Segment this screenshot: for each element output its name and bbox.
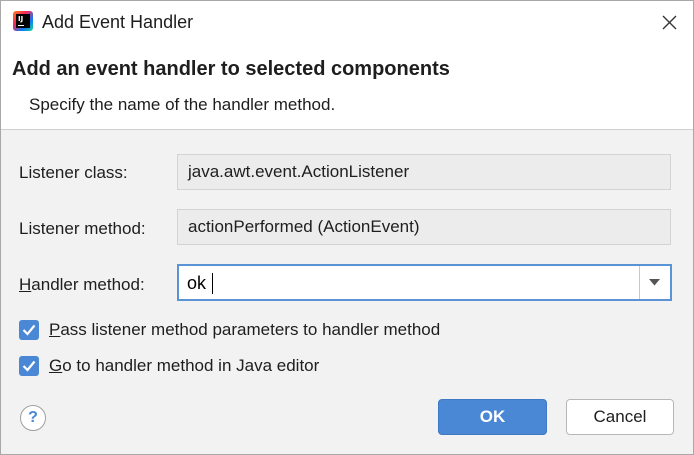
pass-parameters-label[interactable]: Pass listener method parameters to handl… (49, 320, 440, 340)
pass-parameters-mnemonic: P (49, 320, 61, 339)
header-subtitle: Specify the name of the handler method. (29, 95, 336, 114)
listener-class-label: Listener class: (19, 163, 128, 182)
pass-parameters-label-text: ass listener method parameters to handle… (60, 320, 441, 339)
checkmark-icon (22, 360, 36, 372)
go-to-handler-label[interactable]: Go to handler method in Java editor (49, 356, 319, 376)
handler-method-label: Handler method: (19, 275, 145, 295)
close-button[interactable] (653, 7, 685, 39)
checkmark-icon (22, 324, 36, 336)
ok-button[interactable]: OK (438, 399, 547, 435)
listener-method-label: Listener method: (19, 219, 146, 238)
handler-method-combobox[interactable]: ok (177, 264, 672, 301)
listener-class-field: java.awt.event.ActionListener (177, 154, 671, 190)
cancel-button[interactable]: Cancel (566, 399, 674, 435)
go-to-handler-mnemonic: G (49, 356, 63, 375)
go-to-handler-label-text: o to handler method in Java editor (62, 356, 320, 375)
handler-method-input[interactable]: ok (187, 273, 206, 294)
handler-method-label-text: andler method: (31, 275, 145, 294)
window-title: Add Event Handler (42, 12, 194, 32)
help-icon: ? (28, 409, 38, 426)
help-button[interactable]: ? (20, 405, 46, 431)
intellij-idea-icon: IJ (13, 11, 33, 31)
close-icon (662, 15, 677, 30)
go-to-handler-checkbox[interactable] (19, 356, 39, 376)
handler-method-dropdown-button[interactable] (639, 266, 670, 299)
add-event-handler-dialog: IJ Add Event Handler Add an event handle… (0, 0, 694, 455)
header-title: Add an event handler to selected compone… (12, 58, 450, 80)
text-caret (212, 273, 213, 294)
pass-parameters-checkbox[interactable] (19, 320, 39, 340)
header-panel: Add an event handler to selected compone… (1, 45, 693, 130)
listener-method-field: actionPerformed (ActionEvent) (177, 209, 671, 245)
chevron-down-icon (649, 279, 660, 286)
title-bar: IJ Add Event Handler (1, 1, 693, 45)
app-icon-text: IJ (18, 15, 24, 23)
handler-method-mnemonic: H (19, 275, 32, 294)
